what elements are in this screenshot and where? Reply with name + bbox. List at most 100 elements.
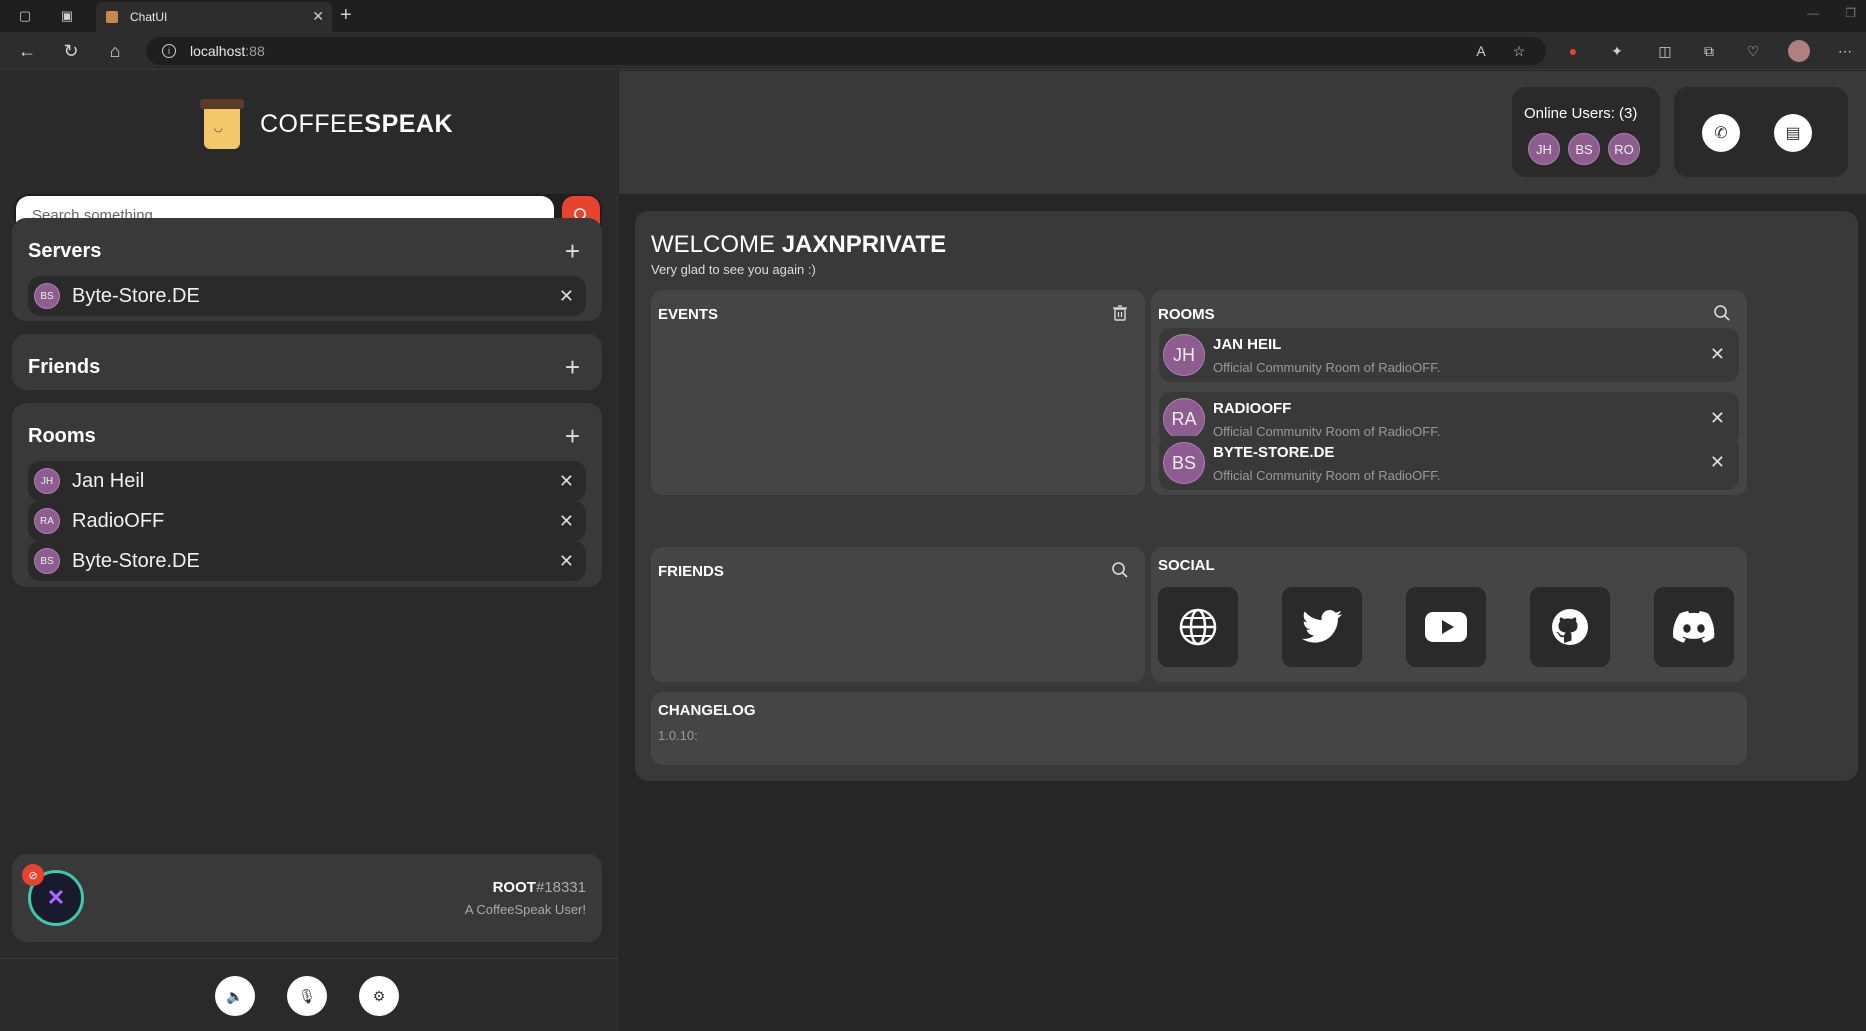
microphone-button[interactable]: 🎙: [287, 976, 327, 1016]
adblock-extension-icon[interactable]: ●: [1562, 40, 1584, 62]
back-icon[interactable]: ←: [16, 40, 38, 62]
servers-panel: Servers + BS Byte-Store.DE ✕: [12, 218, 602, 321]
remove-room-icon[interactable]: ✕: [559, 551, 574, 572]
online-user-avatar[interactable]: RO: [1608, 133, 1640, 165]
rooms-panel: Rooms + JH Jan Heil ✕ RA RadioOFF ✕ BS B…: [12, 403, 602, 587]
search-icon[interactable]: [1713, 304, 1731, 322]
online-users-box: Online Users: (3) JH BS RO: [1512, 87, 1660, 177]
trash-icon[interactable]: [1111, 304, 1129, 322]
welcome-heading: WELCOME JAXNPRIVATE: [651, 231, 947, 258]
room-item-label: Jan Heil: [72, 469, 145, 492]
changelog-card: CHANGELOG 1.0.10:: [651, 692, 1747, 765]
settings-button[interactable]: ⚙: [359, 976, 399, 1016]
avatar: JH: [34, 468, 60, 494]
add-server-button[interactable]: +: [565, 238, 580, 264]
top-bar: Online Users: (3) JH BS RO ✆ ▤: [619, 71, 1866, 194]
profile-avatar[interactable]: [1788, 40, 1810, 62]
rooms-card: ROOMS JH JAN HEIL Official Community Roo…: [1151, 290, 1747, 495]
online-user-avatar[interactable]: JH: [1528, 133, 1560, 165]
avatar: RA: [34, 508, 60, 534]
social-card: SOCIAL: [1151, 547, 1747, 682]
room-card-item[interactable]: BS BYTE-STORE.DE Official Community Room…: [1159, 436, 1739, 490]
url-port: :88: [245, 43, 265, 59]
extensions-icon[interactable]: ✦: [1606, 40, 1628, 62]
home-icon[interactable]: ⌂: [104, 40, 126, 62]
close-icon[interactable]: ✕: [1710, 344, 1725, 365]
tab-title: ChatUI: [130, 10, 168, 24]
github-link[interactable]: [1530, 587, 1610, 667]
room-item[interactable]: BS Byte-Store.DE ✕: [28, 541, 586, 581]
search-icon[interactable]: [1111, 561, 1129, 579]
remove-room-icon[interactable]: ✕: [559, 471, 574, 492]
changelog-version: 1.0.10:: [658, 728, 698, 743]
browser-tab[interactable]: ChatUI ✕: [96, 2, 332, 32]
speaker-icon: 🔈: [226, 987, 244, 1004]
online-user-avatar[interactable]: BS: [1568, 133, 1600, 165]
minimize-icon[interactable]: —: [1807, 6, 1819, 20]
avatar: BS: [34, 283, 60, 309]
twitter-link[interactable]: [1282, 587, 1362, 667]
user-name: ROOT#18331: [492, 879, 586, 896]
url-field[interactable]: i localhost:88: [146, 37, 1546, 65]
server-item[interactable]: BS Byte-Store.DE ✕: [28, 276, 586, 316]
discord-link[interactable]: [1654, 587, 1734, 667]
user-status: A CoffeeSpeak User!: [464, 902, 586, 917]
speaker-button[interactable]: 🔈: [215, 976, 255, 1016]
call-button[interactable]: ✆: [1702, 114, 1740, 152]
servers-title: Servers: [28, 240, 102, 262]
room-name: JAN HEIL: [1213, 336, 1282, 353]
room-card-item[interactable]: JH JAN HEIL Official Community Room of R…: [1159, 328, 1739, 382]
quick-actions-box: ✆ ▤: [1674, 87, 1848, 177]
collections-icon[interactable]: ⧉: [1698, 40, 1720, 62]
new-tab-icon[interactable]: +: [340, 4, 352, 27]
muted-mic-icon: ⊘: [22, 864, 44, 886]
microphone-icon: 🎙: [298, 987, 316, 1004]
tab-actions-icon[interactable]: ▣: [56, 5, 78, 27]
add-friend-button[interactable]: +: [565, 354, 580, 380]
discord-icon: [1673, 611, 1715, 643]
browser-essentials-icon[interactable]: ♡: [1742, 40, 1764, 62]
split-screen-icon[interactable]: ◫: [1654, 40, 1676, 62]
friends-card: FRIENDS: [651, 547, 1145, 682]
site-info-icon[interactable]: i: [162, 44, 176, 58]
more-menu-icon[interactable]: ⋯: [1834, 40, 1856, 62]
room-item[interactable]: RA RadioOFF ✕: [28, 501, 586, 541]
room-description: Official Community Room of RadioOFF.: [1213, 468, 1441, 483]
chat-button[interactable]: ▤: [1774, 114, 1812, 152]
favicon-icon: [106, 11, 118, 23]
rooms-card-title: ROOMS: [1158, 306, 1215, 323]
workspaces-icon[interactable]: ▢: [14, 5, 36, 27]
welcome-subtitle: Very glad to see you again :): [651, 262, 816, 277]
rooms-title: Rooms: [28, 425, 96, 447]
remove-room-icon[interactable]: ✕: [559, 511, 574, 532]
add-room-button[interactable]: +: [565, 423, 580, 449]
phone-icon: ✆: [1714, 125, 1728, 142]
coffee-cup-icon: ◡: [200, 99, 244, 149]
window-controls: — ❐: [1807, 6, 1856, 20]
favorite-star-icon[interactable]: ☆: [1508, 40, 1530, 62]
remove-server-icon[interactable]: ✕: [559, 286, 574, 307]
close-icon[interactable]: ✕: [1710, 408, 1725, 429]
close-icon[interactable]: ✕: [1710, 452, 1725, 473]
read-aloud-icon[interactable]: A: [1470, 40, 1492, 62]
room-description: Official Community Room of RadioOFF.: [1213, 360, 1441, 375]
refresh-icon[interactable]: ↻: [60, 40, 82, 62]
website-link[interactable]: [1158, 587, 1238, 667]
user-panel: ✕ ⊘ ROOT#18331 A CoffeeSpeak User!: [12, 854, 602, 942]
brand-logo: ◡ COFFEESPEAK: [200, 99, 453, 149]
divider: [0, 958, 618, 959]
room-name: RADIOOFF: [1213, 400, 1292, 417]
restore-icon[interactable]: ❐: [1845, 6, 1856, 20]
youtube-link[interactable]: [1406, 587, 1486, 667]
friends-panel: Friends +: [12, 334, 602, 390]
social-title: SOCIAL: [1158, 557, 1215, 574]
room-item-label: Byte-Store.DE: [72, 549, 200, 572]
brand-name: COFFEESPEAK: [260, 109, 454, 138]
room-item[interactable]: JH Jan Heil ✕: [28, 461, 586, 501]
room-item-label: RadioOFF: [72, 509, 165, 532]
avatar: BS: [34, 548, 60, 574]
chat-bubble-icon: ▤: [1785, 125, 1801, 142]
online-users-label: Online Users: (3): [1524, 105, 1638, 122]
close-tab-icon[interactable]: ✕: [312, 8, 324, 25]
friends-card-title: FRIENDS: [658, 563, 724, 580]
